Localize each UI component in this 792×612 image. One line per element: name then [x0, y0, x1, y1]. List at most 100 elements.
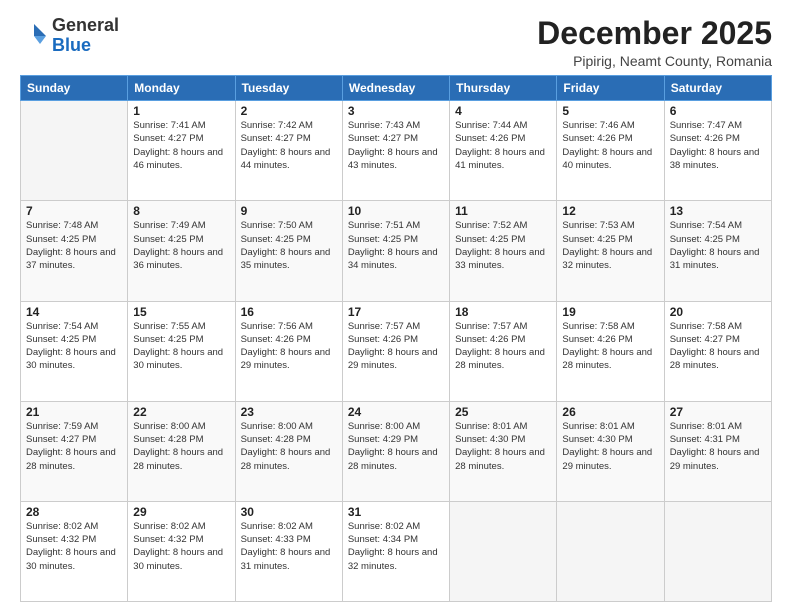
calendar-cell: 14 Sunrise: 7:54 AMSunset: 4:25 PMDaylig…	[21, 301, 128, 401]
day-number: 26	[562, 405, 658, 419]
logo-blue: Blue	[52, 36, 119, 56]
day-info: Sunrise: 7:57 AMSunset: 4:26 PMDaylight:…	[348, 320, 444, 373]
day-number: 1	[133, 104, 229, 118]
day-info: Sunrise: 7:58 AMSunset: 4:27 PMDaylight:…	[670, 320, 766, 373]
week-row-2: 14 Sunrise: 7:54 AMSunset: 4:25 PMDaylig…	[21, 301, 772, 401]
day-header-tuesday: Tuesday	[235, 76, 342, 101]
week-row-1: 7 Sunrise: 7:48 AMSunset: 4:25 PMDayligh…	[21, 201, 772, 301]
day-number: 12	[562, 204, 658, 218]
day-number: 5	[562, 104, 658, 118]
day-info: Sunrise: 7:57 AMSunset: 4:26 PMDaylight:…	[455, 320, 551, 373]
day-number: 8	[133, 204, 229, 218]
day-number: 6	[670, 104, 766, 118]
calendar-cell	[21, 101, 128, 201]
day-info: Sunrise: 7:41 AMSunset: 4:27 PMDaylight:…	[133, 119, 229, 172]
day-info: Sunrise: 7:56 AMSunset: 4:26 PMDaylight:…	[241, 320, 337, 373]
week-row-4: 28 Sunrise: 8:02 AMSunset: 4:32 PMDaylig…	[21, 501, 772, 601]
day-info: Sunrise: 7:55 AMSunset: 4:25 PMDaylight:…	[133, 320, 229, 373]
day-header-wednesday: Wednesday	[342, 76, 449, 101]
day-number: 9	[241, 204, 337, 218]
calendar-cell: 11 Sunrise: 7:52 AMSunset: 4:25 PMDaylig…	[450, 201, 557, 301]
logo: General Blue	[20, 16, 119, 56]
day-number: 16	[241, 305, 337, 319]
calendar-cell: 17 Sunrise: 7:57 AMSunset: 4:26 PMDaylig…	[342, 301, 449, 401]
calendar-cell: 27 Sunrise: 8:01 AMSunset: 4:31 PMDaylig…	[664, 401, 771, 501]
day-number: 21	[26, 405, 122, 419]
calendar-cell: 30 Sunrise: 8:02 AMSunset: 4:33 PMDaylig…	[235, 501, 342, 601]
day-header-friday: Friday	[557, 76, 664, 101]
day-info: Sunrise: 8:00 AMSunset: 4:28 PMDaylight:…	[241, 420, 337, 473]
day-info: Sunrise: 7:46 AMSunset: 4:26 PMDaylight:…	[562, 119, 658, 172]
calendar-cell: 7 Sunrise: 7:48 AMSunset: 4:25 PMDayligh…	[21, 201, 128, 301]
day-info: Sunrise: 8:02 AMSunset: 4:32 PMDaylight:…	[133, 520, 229, 573]
day-info: Sunrise: 8:02 AMSunset: 4:32 PMDaylight:…	[26, 520, 122, 573]
calendar-table: SundayMondayTuesdayWednesdayThursdayFrid…	[20, 75, 772, 602]
day-number: 27	[670, 405, 766, 419]
day-number: 14	[26, 305, 122, 319]
logo-text: General Blue	[52, 16, 119, 56]
calendar-cell: 1 Sunrise: 7:41 AMSunset: 4:27 PMDayligh…	[128, 101, 235, 201]
calendar-cell: 2 Sunrise: 7:42 AMSunset: 4:27 PMDayligh…	[235, 101, 342, 201]
calendar-cell: 10 Sunrise: 7:51 AMSunset: 4:25 PMDaylig…	[342, 201, 449, 301]
day-number: 25	[455, 405, 551, 419]
day-info: Sunrise: 7:50 AMSunset: 4:25 PMDaylight:…	[241, 219, 337, 272]
day-info: Sunrise: 7:52 AMSunset: 4:25 PMDaylight:…	[455, 219, 551, 272]
calendar-cell: 18 Sunrise: 7:57 AMSunset: 4:26 PMDaylig…	[450, 301, 557, 401]
day-header-saturday: Saturday	[664, 76, 771, 101]
day-info: Sunrise: 7:43 AMSunset: 4:27 PMDaylight:…	[348, 119, 444, 172]
calendar-cell	[557, 501, 664, 601]
day-header-thursday: Thursday	[450, 76, 557, 101]
day-number: 31	[348, 505, 444, 519]
day-header-sunday: Sunday	[21, 76, 128, 101]
calendar-cell: 5 Sunrise: 7:46 AMSunset: 4:26 PMDayligh…	[557, 101, 664, 201]
calendar-cell: 4 Sunrise: 7:44 AMSunset: 4:26 PMDayligh…	[450, 101, 557, 201]
day-number: 28	[26, 505, 122, 519]
calendar-cell	[450, 501, 557, 601]
day-info: Sunrise: 7:58 AMSunset: 4:26 PMDaylight:…	[562, 320, 658, 373]
day-number: 18	[455, 305, 551, 319]
logo-icon	[20, 22, 48, 50]
day-number: 23	[241, 405, 337, 419]
day-info: Sunrise: 7:44 AMSunset: 4:26 PMDaylight:…	[455, 119, 551, 172]
day-number: 4	[455, 104, 551, 118]
calendar-cell: 9 Sunrise: 7:50 AMSunset: 4:25 PMDayligh…	[235, 201, 342, 301]
title-block: December 2025 Pipirig, Neamt County, Rom…	[537, 16, 772, 69]
calendar-cell: 26 Sunrise: 8:01 AMSunset: 4:30 PMDaylig…	[557, 401, 664, 501]
day-number: 30	[241, 505, 337, 519]
day-info: Sunrise: 8:02 AMSunset: 4:33 PMDaylight:…	[241, 520, 337, 573]
week-row-0: 1 Sunrise: 7:41 AMSunset: 4:27 PMDayligh…	[21, 101, 772, 201]
calendar-cell: 21 Sunrise: 7:59 AMSunset: 4:27 PMDaylig…	[21, 401, 128, 501]
day-info: Sunrise: 7:42 AMSunset: 4:27 PMDaylight:…	[241, 119, 337, 172]
calendar-cell	[664, 501, 771, 601]
day-info: Sunrise: 7:48 AMSunset: 4:25 PMDaylight:…	[26, 219, 122, 272]
calendar-cell: 19 Sunrise: 7:58 AMSunset: 4:26 PMDaylig…	[557, 301, 664, 401]
calendar-cell: 15 Sunrise: 7:55 AMSunset: 4:25 PMDaylig…	[128, 301, 235, 401]
day-info: Sunrise: 7:54 AMSunset: 4:25 PMDaylight:…	[26, 320, 122, 373]
calendar-cell: 31 Sunrise: 8:02 AMSunset: 4:34 PMDaylig…	[342, 501, 449, 601]
calendar-cell: 22 Sunrise: 8:00 AMSunset: 4:28 PMDaylig…	[128, 401, 235, 501]
day-number: 3	[348, 104, 444, 118]
week-row-3: 21 Sunrise: 7:59 AMSunset: 4:27 PMDaylig…	[21, 401, 772, 501]
header: General Blue December 2025 Pipirig, Neam…	[20, 16, 772, 69]
day-number: 10	[348, 204, 444, 218]
day-number: 2	[241, 104, 337, 118]
day-info: Sunrise: 8:00 AMSunset: 4:29 PMDaylight:…	[348, 420, 444, 473]
day-number: 24	[348, 405, 444, 419]
location: Pipirig, Neamt County, Romania	[537, 53, 772, 69]
day-number: 29	[133, 505, 229, 519]
month-title: December 2025	[537, 16, 772, 51]
day-info: Sunrise: 7:53 AMSunset: 4:25 PMDaylight:…	[562, 219, 658, 272]
day-number: 13	[670, 204, 766, 218]
calendar-cell: 6 Sunrise: 7:47 AMSunset: 4:26 PMDayligh…	[664, 101, 771, 201]
day-info: Sunrise: 8:02 AMSunset: 4:34 PMDaylight:…	[348, 520, 444, 573]
calendar-cell: 3 Sunrise: 7:43 AMSunset: 4:27 PMDayligh…	[342, 101, 449, 201]
calendar-cell: 25 Sunrise: 8:01 AMSunset: 4:30 PMDaylig…	[450, 401, 557, 501]
calendar-cell: 24 Sunrise: 8:00 AMSunset: 4:29 PMDaylig…	[342, 401, 449, 501]
calendar-cell: 16 Sunrise: 7:56 AMSunset: 4:26 PMDaylig…	[235, 301, 342, 401]
calendar-header-row: SundayMondayTuesdayWednesdayThursdayFrid…	[21, 76, 772, 101]
day-number: 15	[133, 305, 229, 319]
day-header-monday: Monday	[128, 76, 235, 101]
calendar-cell: 29 Sunrise: 8:02 AMSunset: 4:32 PMDaylig…	[128, 501, 235, 601]
calendar-cell: 20 Sunrise: 7:58 AMSunset: 4:27 PMDaylig…	[664, 301, 771, 401]
page: General Blue December 2025 Pipirig, Neam…	[0, 0, 792, 612]
